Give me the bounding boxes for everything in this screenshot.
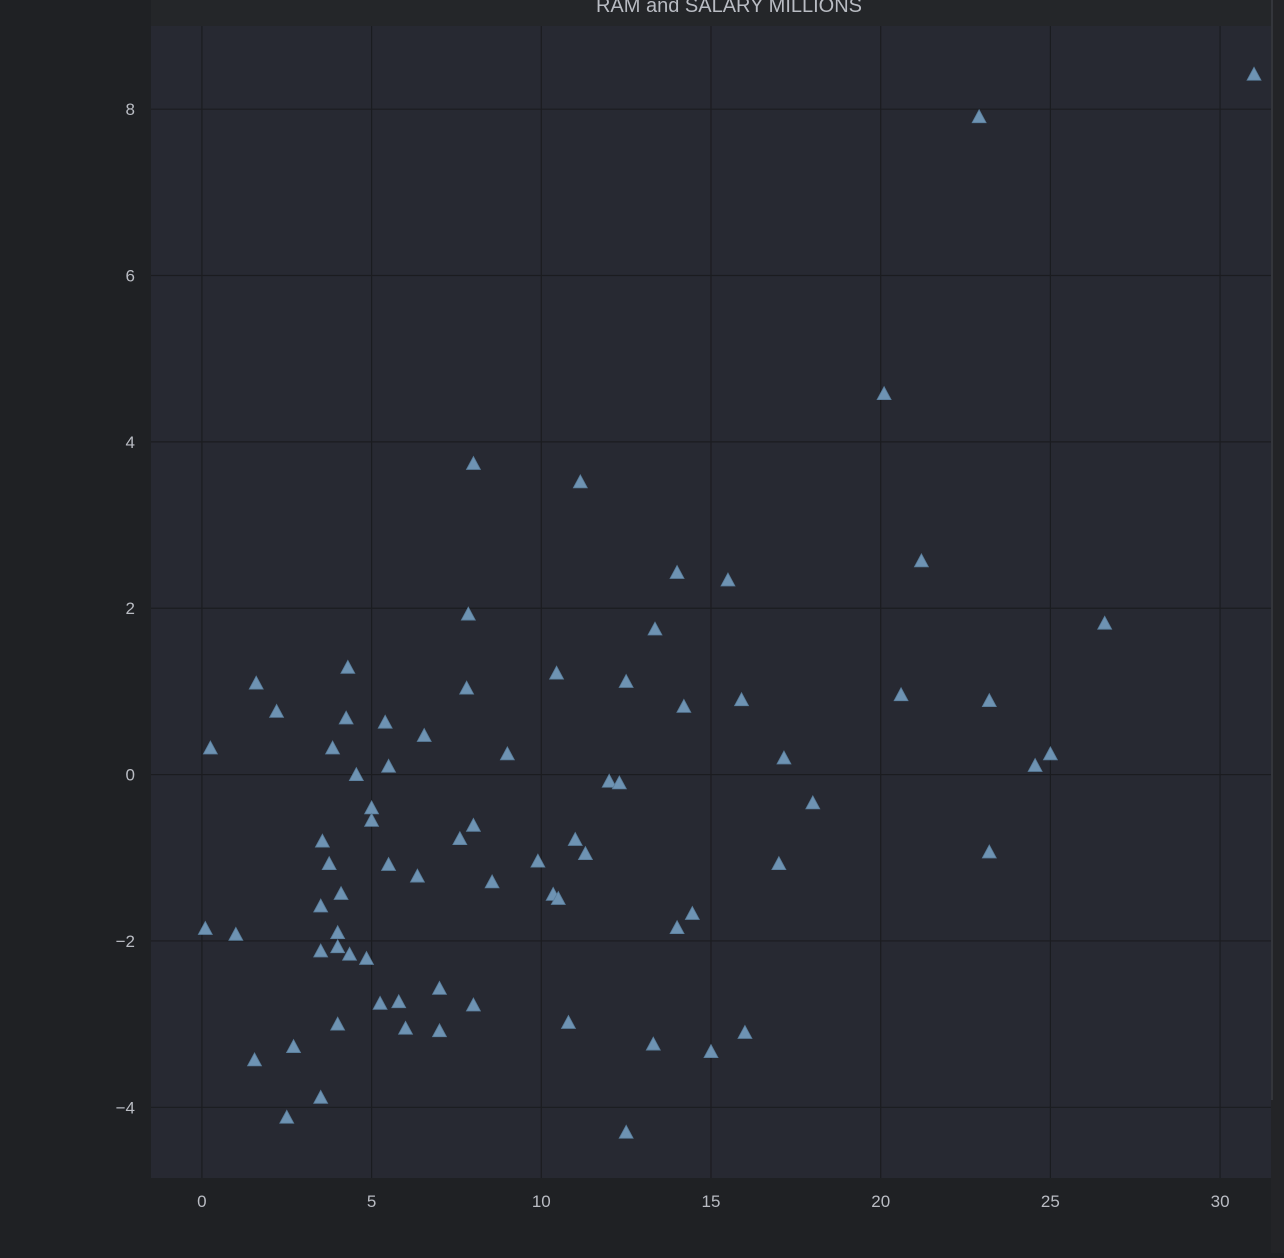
x-tick-label: 30 [1211, 1192, 1230, 1211]
chart-canvas: 0 5 10 15 20 25 30 −4 −2 0 2 4 6 8 RAM and SALARY MIL… [116, 0, 1284, 1253]
x-tick-label: 10 [532, 1192, 551, 1211]
x-tick-label: 0 [197, 1192, 206, 1211]
y-tick-label: 8 [126, 100, 135, 119]
y-tick-label: 2 [126, 599, 135, 618]
side-panel-edge [1271, 0, 1284, 1253]
y-tick-label: 4 [126, 433, 135, 452]
chart-title: RAM and SALARY MILLIONS [596, 0, 862, 17]
y-tick-label: 6 [126, 267, 135, 286]
y-tick-label: −2 [116, 932, 135, 951]
y-tick-label: −4 [116, 1098, 135, 1117]
x-tick-label: 20 [871, 1192, 890, 1211]
x-tick-label: 25 [1041, 1192, 1060, 1211]
scatter-chart: 0 5 10 15 20 25 30 −4 −2 0 2 4 6 8 RAM and SALARY MIL… [0, 0, 1284, 1253]
x-tick-label: 5 [367, 1192, 376, 1211]
x-tick-label: 15 [702, 1192, 721, 1211]
y-tick-label: 0 [126, 766, 135, 785]
